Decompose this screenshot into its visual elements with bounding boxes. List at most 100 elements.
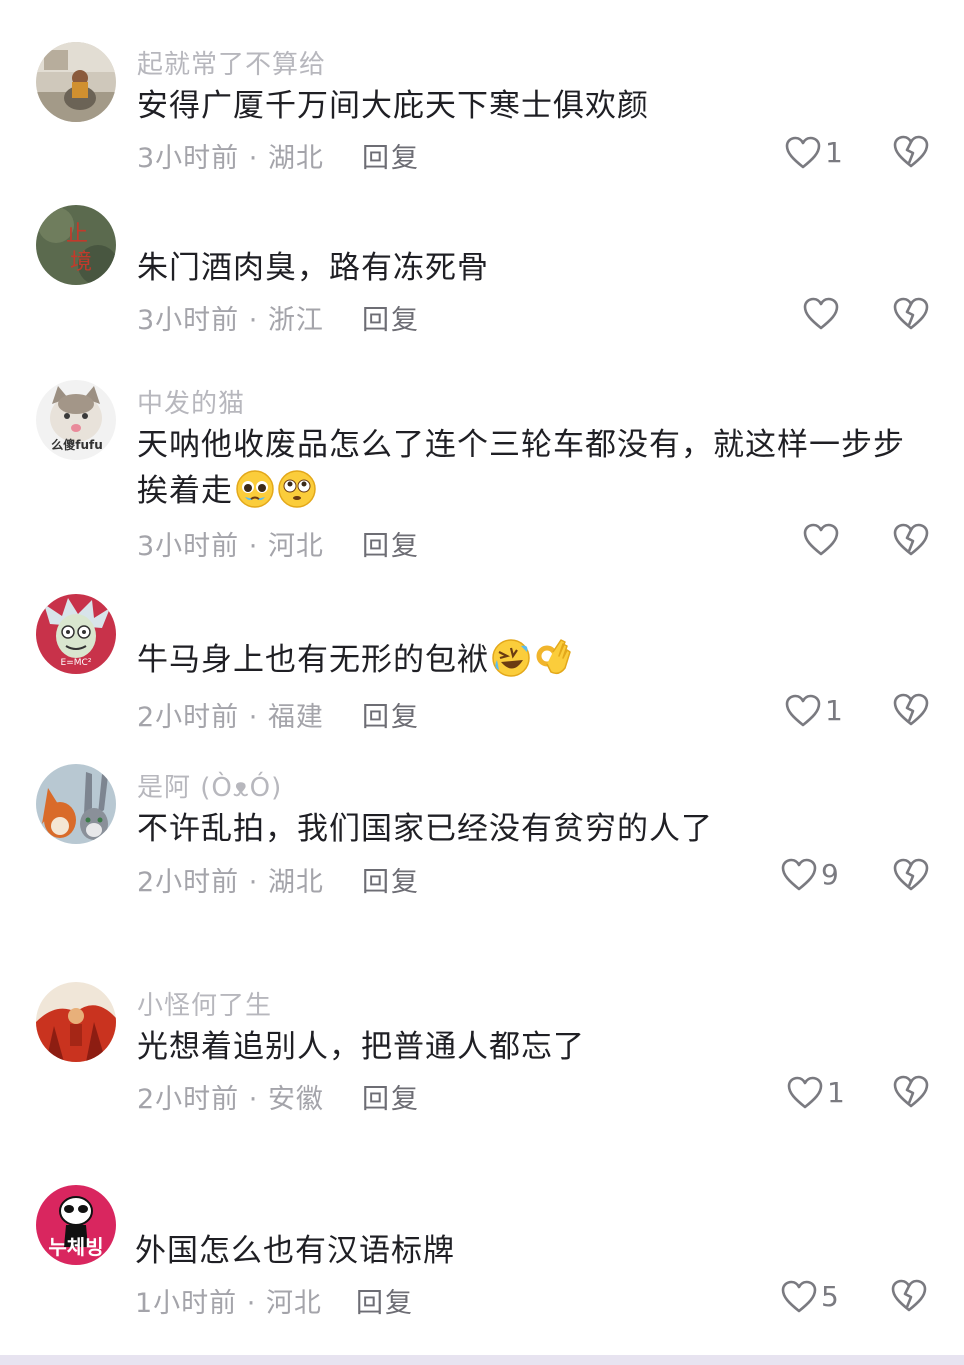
avatar-caption: E=MC² xyxy=(60,658,92,668)
broken-heart-icon xyxy=(893,858,929,891)
avatar-image xyxy=(36,764,116,844)
like-button[interactable]: 9 xyxy=(781,855,841,895)
avatar[interactable] xyxy=(36,42,116,122)
dislike-button[interactable] xyxy=(893,523,929,559)
username[interactable]: 中发的猫 xyxy=(137,383,245,420)
comment-time: 2小时前 xyxy=(137,1084,240,1115)
avatar[interactable]: 么傻fufu xyxy=(36,380,116,460)
meta-separator: · xyxy=(239,305,268,336)
comment-location: 湖北 xyxy=(267,143,324,174)
username[interactable]: 是阿 (ÒᴥÓ) xyxy=(137,767,282,804)
meta-separator: · xyxy=(237,1288,266,1319)
comment-text: 朱门酒肉臭，路有冻死骨 xyxy=(137,250,489,286)
avatar[interactable]: E=MC² xyxy=(36,594,116,674)
comment-location: 安徽 xyxy=(267,1084,324,1115)
heart-icon xyxy=(787,1076,823,1109)
broken-heart-icon xyxy=(891,1279,927,1312)
like-count: 9 xyxy=(821,858,839,891)
heart-icon xyxy=(781,1280,817,1313)
comment-text: 安得广厦千万间大庇天下寒士俱欢颜 xyxy=(137,88,649,124)
like-button[interactable]: 1 xyxy=(785,691,845,731)
like-button[interactable] xyxy=(803,520,863,560)
meta-separator: · xyxy=(239,1084,268,1115)
username[interactable]: 起就常了不算给 xyxy=(137,44,326,81)
dislike-button[interactable] xyxy=(893,1075,929,1111)
reply-button[interactable]: 回复 xyxy=(362,524,420,563)
comment-text: 光想着追别人，把普通人都忘了 xyxy=(137,1029,585,1065)
like-count: 1 xyxy=(827,1076,845,1109)
broken-heart-icon xyxy=(893,693,929,726)
comment-time: 1小时前 xyxy=(135,1288,238,1319)
comment-text: 天呐他收废品怎么了连个三轮车都没有，就这样一步步 挨着走 xyxy=(137,422,937,514)
comment-time: 3小时前 xyxy=(137,305,240,336)
avatar[interactable]: 누체빙 xyxy=(36,1185,116,1265)
svg-text:境: 境 xyxy=(70,250,92,275)
avatar-image xyxy=(36,982,116,1062)
comment-meta: 3小时前 · 湖北 xyxy=(137,136,324,175)
svg-text:止: 止 xyxy=(66,222,88,247)
comment-meta: 2小时前 · 安徽 xyxy=(137,1077,324,1116)
avatar-caption: 누체빙 xyxy=(48,1235,104,1259)
dislike-button[interactable] xyxy=(893,135,929,171)
heart-icon xyxy=(785,136,821,169)
flushed-face-emoji xyxy=(277,469,317,509)
comment-text: 外国怎么也有汉语标牌 xyxy=(135,1233,455,1269)
dislike-button[interactable] xyxy=(893,693,929,729)
comment-text: 不许乱拍，我们国家已经没有贫穷的人了 xyxy=(137,811,713,847)
meta-separator: · xyxy=(239,531,268,562)
comment-meta: 3小时前 · 河北 xyxy=(137,524,324,563)
broken-heart-icon xyxy=(893,1075,929,1108)
avatar[interactable]: 止 境 xyxy=(36,205,116,285)
like-count: 1 xyxy=(825,694,843,727)
username[interactable]: 小怪何了生 xyxy=(137,985,272,1022)
dislike-button[interactable] xyxy=(893,297,929,333)
rolling-laughing-emoji xyxy=(491,638,531,678)
heart-icon xyxy=(781,858,817,891)
avatar-image xyxy=(36,42,116,122)
comment-text-line-1: 天呐他收废品怎么了连个三轮车都没有，就这样一步步 xyxy=(137,427,905,463)
bottom-bar xyxy=(0,1355,964,1365)
broken-heart-icon xyxy=(893,135,929,168)
comment-location: 浙江 xyxy=(267,305,324,336)
meta-separator: · xyxy=(239,702,268,733)
comment-meta: 2小时前 · 湖北 xyxy=(137,860,324,899)
comment-time: 2小时前 xyxy=(137,867,240,898)
like-count: 1 xyxy=(825,136,843,169)
comment-time: 3小时前 xyxy=(137,143,240,174)
dislike-button[interactable] xyxy=(893,858,929,894)
dislike-button[interactable] xyxy=(891,1279,927,1315)
like-button[interactable]: 1 xyxy=(787,1073,847,1113)
comment-text-line-2: 挨着走 xyxy=(137,473,233,509)
reply-button[interactable]: 回复 xyxy=(362,298,420,337)
heart-icon xyxy=(803,523,839,556)
avatar[interactable] xyxy=(36,982,116,1062)
reply-button[interactable]: 回复 xyxy=(356,1281,414,1320)
comment-location: 福建 xyxy=(267,702,324,733)
reply-button[interactable]: 回复 xyxy=(362,695,420,734)
broken-heart-icon xyxy=(893,523,929,556)
like-count: 5 xyxy=(821,1280,839,1313)
meta-separator: · xyxy=(239,143,268,174)
like-button[interactable]: 1 xyxy=(785,133,845,173)
comment-location: 河北 xyxy=(267,531,324,562)
like-button[interactable] xyxy=(803,294,863,334)
heart-icon xyxy=(803,297,839,330)
reply-button[interactable]: 回复 xyxy=(362,860,420,899)
comment-meta: 1小时前 · 河北 xyxy=(135,1281,322,1320)
avatar-image: 止 境 xyxy=(36,205,116,285)
reply-button[interactable]: 回复 xyxy=(362,1077,420,1116)
broken-heart-icon xyxy=(893,297,929,330)
reply-button[interactable]: 回复 xyxy=(362,136,420,175)
comment-meta: 2小时前 · 福建 xyxy=(137,695,324,734)
avatar[interactable] xyxy=(36,764,116,844)
comment-location: 河北 xyxy=(265,1288,322,1319)
comment-text-content: 牛马身上也有无形的包袱 xyxy=(137,642,489,678)
heart-icon xyxy=(785,694,821,727)
comment-location: 湖北 xyxy=(267,867,324,898)
like-button[interactable]: 5 xyxy=(781,1277,841,1317)
avatar-caption: 么傻fufu xyxy=(51,438,103,452)
meta-separator: · xyxy=(239,867,268,898)
comment-meta: 3小时前 · 浙江 xyxy=(137,298,324,337)
comment-time: 2小时前 xyxy=(137,702,240,733)
ok-hand-emoji xyxy=(533,638,573,678)
